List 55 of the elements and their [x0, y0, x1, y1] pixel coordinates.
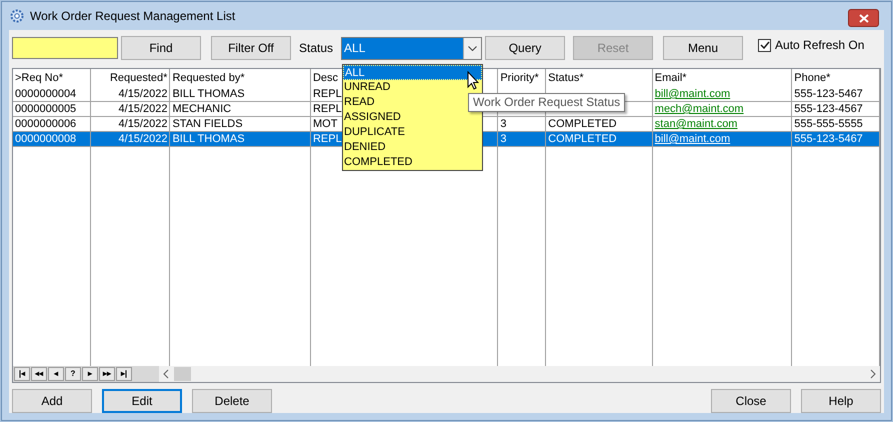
- close-icon: [858, 14, 868, 22]
- filter-button[interactable]: Filter Off: [211, 36, 291, 60]
- table-cell: mech@maint.com: [652, 102, 792, 117]
- table-cell: BILL THOMAS: [170, 132, 310, 147]
- action-button[interactable]: Help: [801, 389, 881, 413]
- window-title: Work Order Request Management List: [30, 8, 236, 25]
- status-label: Status: [299, 40, 334, 57]
- action-button[interactable]: Delete: [192, 389, 272, 413]
- query-button[interactable]: Query: [485, 36, 566, 60]
- column-header[interactable]: Status*: [546, 69, 652, 87]
- table-cell: 4/15/2022: [90, 102, 170, 117]
- table-cell: 3: [498, 132, 546, 147]
- cursor-icon: [467, 71, 479, 90]
- action-button[interactable]: Add: [12, 389, 92, 413]
- navigator-button[interactable]: ?: [65, 367, 81, 381]
- table-cell: bill@maint.com: [652, 132, 792, 147]
- close-button[interactable]: [848, 9, 879, 27]
- column-header[interactable]: Priority*: [498, 69, 546, 87]
- scrollbar-thumb[interactable]: [174, 367, 191, 381]
- status-dropdown[interactable]: ALL: [341, 36, 482, 60]
- dropdown-option[interactable]: ALL: [343, 65, 482, 80]
- column-header[interactable]: Requested by*: [170, 69, 310, 87]
- find-button[interactable]: Find: [121, 36, 201, 60]
- navigator-button[interactable]: ▸: [82, 367, 98, 381]
- table-cell: MECHANIC: [170, 102, 310, 117]
- menu-button[interactable]: Menu: [663, 36, 744, 60]
- table-cell: 4/15/2022: [90, 87, 170, 102]
- table-cell: 555-123-5467: [792, 87, 879, 102]
- dropdown-option[interactable]: COMPLETED: [343, 155, 482, 170]
- table-cell: 0000000004: [13, 87, 90, 102]
- chevron-down-icon: [468, 46, 478, 50]
- table-cell: 555-123-5467: [792, 132, 879, 147]
- navigator-button[interactable]: ▸|: [116, 367, 132, 381]
- column-header[interactable]: Requested*: [90, 69, 170, 87]
- table-cell: 555-123-4567: [792, 102, 879, 117]
- auto-refresh-checkbox[interactable]: [758, 38, 772, 52]
- table-cell: 0000000008: [13, 132, 90, 147]
- navigator-button[interactable]: ◂: [48, 367, 64, 381]
- search-field[interactable]: [12, 37, 118, 59]
- table-cell: 0000000005: [13, 102, 90, 117]
- table-cell: BILL THOMAS: [170, 87, 310, 102]
- table-cell: 4/15/2022: [90, 132, 170, 147]
- navigator-button[interactable]: ▸▸: [99, 367, 115, 381]
- column-header[interactable]: Email*: [652, 69, 792, 87]
- table-cell: bill@maint.com: [652, 87, 792, 102]
- column-header[interactable]: Phone*: [792, 69, 879, 87]
- navigator-button[interactable]: |◂: [14, 367, 30, 381]
- table-cell: COMPLETED: [546, 132, 652, 147]
- navigator-button[interactable]: ◂◂: [31, 367, 47, 381]
- action-button[interactable]: Edit: [102, 389, 182, 413]
- action-button[interactable]: Close: [711, 389, 791, 413]
- auto-refresh-label: Auto Refresh On: [775, 37, 864, 54]
- tooltip: Work Order Request Status: [468, 93, 626, 112]
- gear-icon: [10, 9, 24, 23]
- column-header[interactable]: >Req No*: [13, 69, 90, 87]
